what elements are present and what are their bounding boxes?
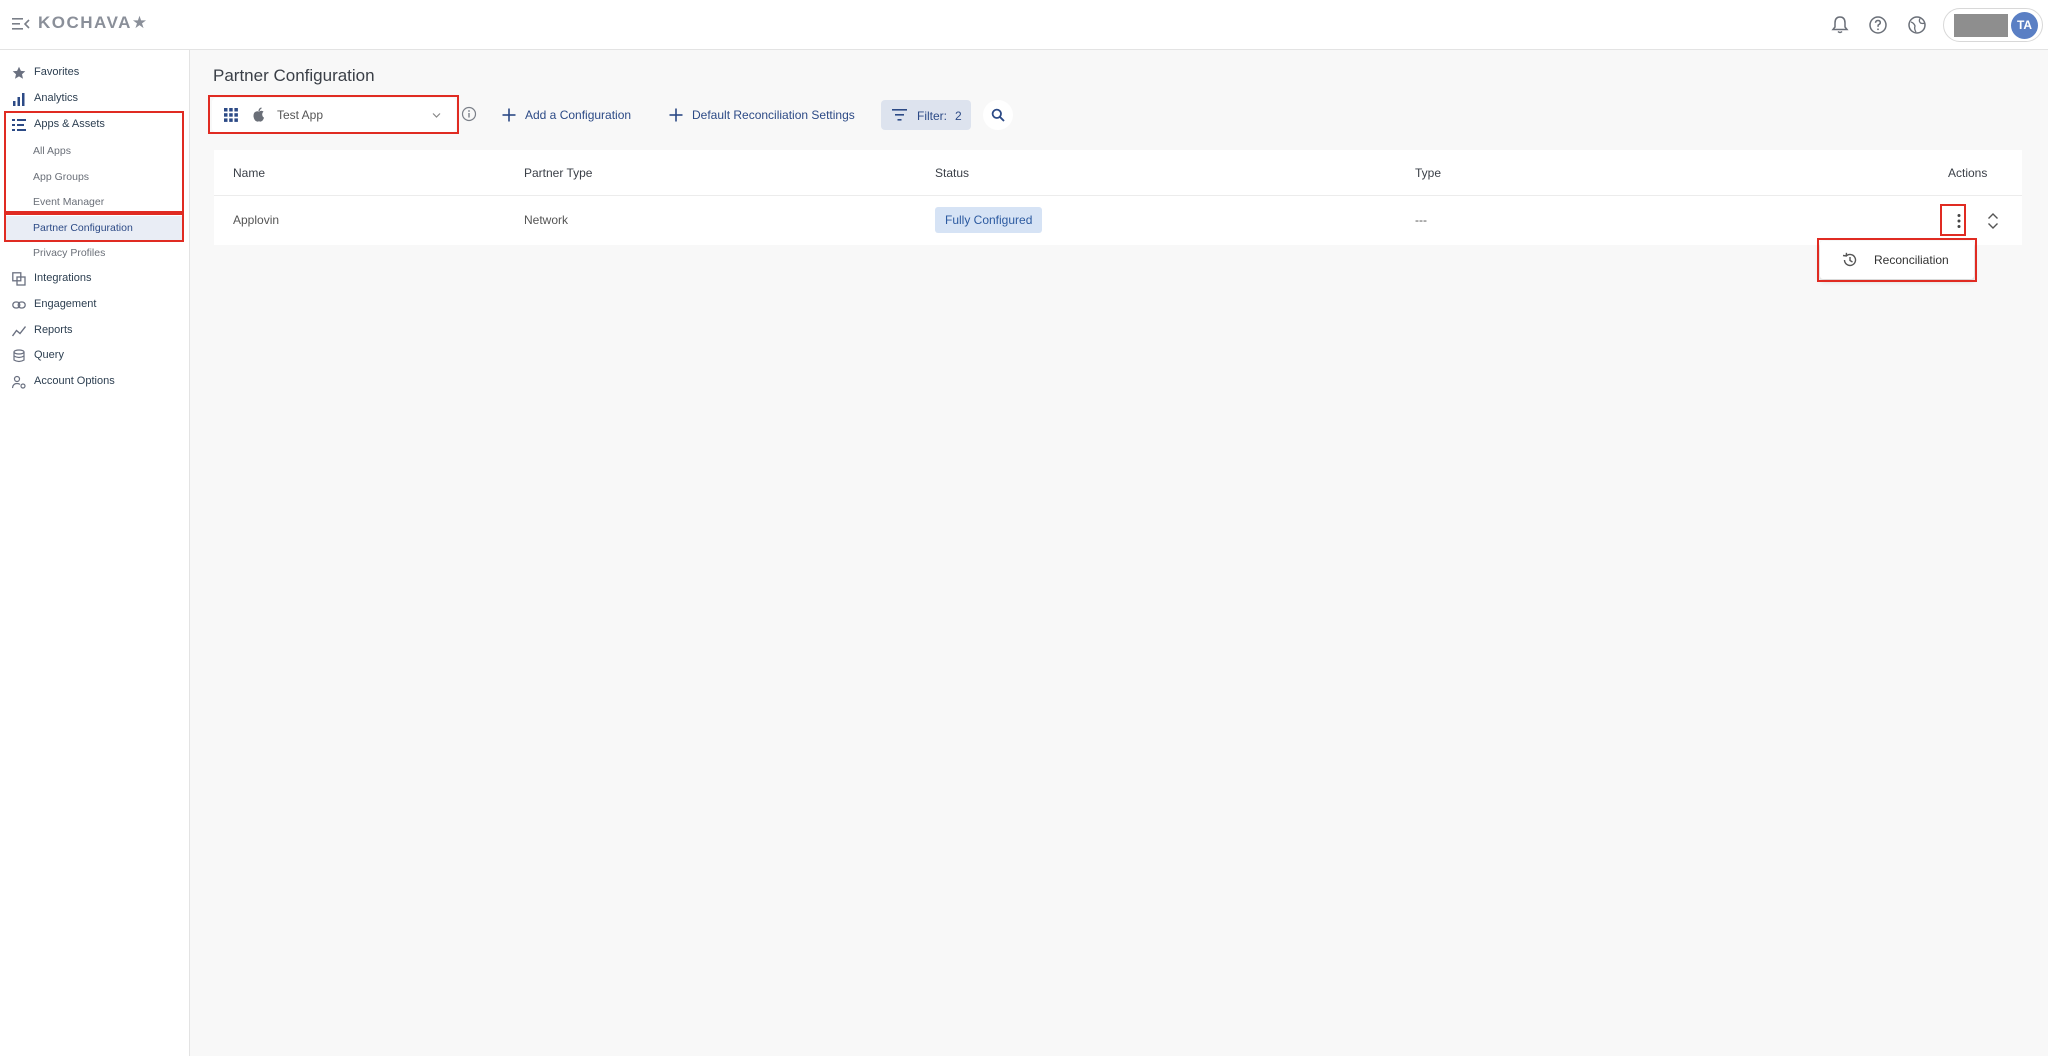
sidebar-item-label: Analytics: [34, 92, 79, 104]
menu-item-label: Reconciliation: [1874, 253, 1949, 267]
column-header-type[interactable]: Type: [1415, 166, 1441, 180]
apple-icon: [253, 107, 264, 122]
chevron-down-icon: [432, 113, 441, 118]
sidebar-item-account-options[interactable]: Account Options: [0, 370, 190, 394]
sidebar: Favorites Analytics Apps & Assets All Ap…: [0, 50, 190, 1056]
account-name-redacted: [1954, 14, 2008, 37]
sidebar-item-label: Event Manager: [33, 196, 105, 208]
expand-collapse-icon[interactable]: [1986, 209, 2000, 233]
partner-table: Name Partner Type Status Type Actions Ap…: [214, 150, 2022, 245]
sidebar-item-favorites[interactable]: Favorites: [0, 61, 190, 85]
sidebar-item-query[interactable]: Query: [0, 344, 190, 368]
column-header-name[interactable]: Name: [233, 166, 265, 180]
search-icon: [991, 108, 1005, 122]
filter-label: Filter:: [917, 109, 947, 123]
user-menu[interactable]: TA: [1943, 8, 2043, 42]
app-selector-value: Test App: [277, 108, 324, 122]
cell-type: ---: [1415, 213, 1427, 227]
plus-icon: [669, 108, 683, 122]
bar-chart-icon: [13, 93, 25, 106]
sidebar-item-label: All Apps: [33, 145, 71, 157]
integrations-icon: [12, 272, 26, 286]
actions-menu: Reconciliation: [1820, 241, 1974, 279]
sidebar-item-event-manager[interactable]: Event Manager: [0, 190, 190, 214]
add-configuration-button[interactable]: Add a Configuration: [502, 102, 631, 128]
sidebar-item-label: Privacy Profiles: [33, 247, 106, 259]
sidebar-item-label: App Groups: [33, 171, 90, 183]
sidebar-item-apps-assets[interactable]: Apps & Assets: [0, 113, 190, 137]
table-row[interactable]: Applovin Network Fully Configured ---: [214, 197, 2022, 245]
default-reconciliation-label: Default Reconciliation Settings: [692, 108, 855, 122]
menu-collapse-icon[interactable]: [12, 16, 30, 32]
sidebar-item-label: Partner Configuration: [33, 222, 133, 234]
filter-button[interactable]: Filter: 2: [881, 100, 971, 130]
add-configuration-label: Add a Configuration: [525, 108, 632, 122]
sidebar-item-reports[interactable]: Reports: [0, 319, 190, 343]
cell-name: Applovin: [233, 213, 280, 227]
sidebar-item-privacy-profiles[interactable]: Privacy Profiles: [0, 241, 190, 265]
filter-icon: [892, 109, 907, 121]
help-icon[interactable]: [1867, 14, 1889, 36]
plus-icon: [502, 108, 516, 122]
column-header-partner-type[interactable]: Partner Type: [524, 166, 592, 180]
list-icon: [12, 119, 26, 131]
default-reconciliation-settings-button[interactable]: Default Reconciliation Settings: [669, 102, 855, 128]
sidebar-item-label: Favorites: [34, 66, 80, 78]
star-icon: [12, 66, 26, 79]
database-icon: [13, 349, 25, 363]
sidebar-item-label: Engagement: [34, 298, 97, 310]
trend-line-icon: [12, 326, 26, 337]
sidebar-item-partner-configuration[interactable]: Partner Configuration: [4, 216, 182, 240]
link-icon: [12, 301, 26, 309]
info-icon[interactable]: [461, 106, 477, 122]
column-header-status[interactable]: Status: [935, 166, 969, 180]
app-selector[interactable]: Test App: [212, 98, 456, 132]
sidebar-item-label: Integrations: [34, 272, 92, 284]
user-settings-icon: [12, 375, 26, 389]
globe-icon[interactable]: [1906, 14, 1928, 36]
filter-count: 2: [955, 109, 962, 123]
sidebar-item-engagement[interactable]: Engagement: [0, 293, 190, 317]
bell-icon[interactable]: [1829, 14, 1851, 36]
page-title: Partner Configuration: [213, 66, 375, 85]
column-header-actions: Actions: [1948, 166, 1988, 180]
cell-partner-type: Network: [524, 213, 569, 227]
status-badge: Fully Configured: [935, 207, 1043, 233]
sidebar-item-all-apps[interactable]: All Apps: [0, 139, 190, 163]
sidebar-item-label: Account Options: [34, 375, 115, 387]
table-header: Name Partner Type Status Type Actions: [214, 150, 2022, 196]
history-icon: [1842, 252, 1857, 267]
sidebar-item-analytics[interactable]: Analytics: [0, 87, 190, 111]
top-bar: KOCHAVA★ TA: [0, 0, 2048, 50]
sidebar-item-label: Query: [34, 349, 64, 361]
sidebar-item-label: Reports: [34, 324, 73, 336]
sidebar-item-app-groups[interactable]: App Groups: [0, 165, 190, 189]
kochava-logo[interactable]: KOCHAVA★: [38, 13, 149, 33]
sidebar-item-integrations[interactable]: Integrations: [0, 267, 190, 291]
avatar: TA: [2011, 12, 2038, 39]
search-button[interactable]: [983, 100, 1013, 130]
app-grid-icon: [224, 108, 238, 122]
sidebar-item-label: Apps & Assets: [34, 118, 105, 130]
more-actions-icon[interactable]: [1948, 209, 1970, 233]
